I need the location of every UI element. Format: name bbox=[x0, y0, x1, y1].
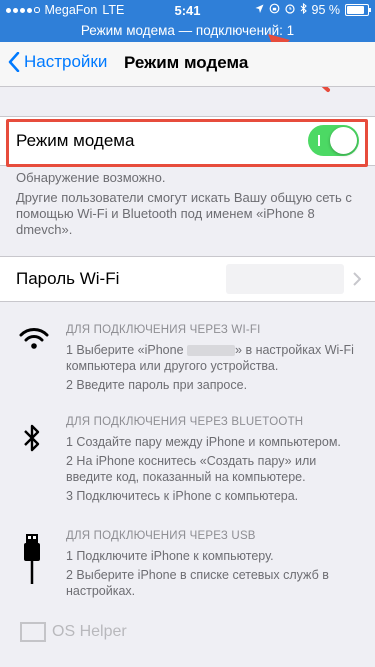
switch-knob bbox=[330, 127, 357, 154]
wifi-steps: 1 Выберите «iPhone » в настройках Wi-Fi … bbox=[66, 342, 366, 396]
discoverable-note: Обнаружение возможно. bbox=[16, 170, 166, 185]
location-icon bbox=[255, 3, 264, 17]
alarm-icon bbox=[284, 3, 295, 17]
wifi-password-value-redacted bbox=[226, 264, 344, 294]
chevron-right-icon bbox=[353, 272, 361, 286]
battery-fill bbox=[347, 6, 365, 14]
back-button[interactable]: Настройки bbox=[8, 52, 107, 72]
usb-section-heading: ДЛЯ ПОДКЛЮЧЕНИЯ ЧЕРЕЗ USB bbox=[66, 530, 256, 542]
wifi-icon bbox=[19, 328, 49, 349]
bluetooth-step-2: 2 На iPhone коснитесь «Создать пару» или… bbox=[66, 454, 317, 484]
bluetooth-step-3: 3 Подключитесь к iPhone с компьютера. bbox=[66, 489, 299, 503]
watermark-logo-icon bbox=[20, 622, 46, 642]
status-right: 95 % bbox=[255, 2, 371, 17]
usb-step-2: 2 Выберите iPhone в списке сетевых служб… bbox=[66, 568, 329, 598]
watermark: OS Helper bbox=[20, 622, 127, 642]
usb-step-1: 1 Подключите iPhone к компьютеру. bbox=[66, 549, 274, 563]
wifi-section-heading: ДЛЯ ПОДКЛЮЧЕНИЯ ЧЕРЕЗ WI-FI bbox=[66, 324, 261, 336]
status-bar: MegaFon LTE 5:41 95 % bbox=[0, 0, 375, 22]
usb-cable-icon bbox=[24, 534, 40, 584]
rotation-lock-icon bbox=[269, 3, 280, 17]
bluetooth-step-1: 1 Создайте пару между iPhone и компьютер… bbox=[66, 435, 341, 449]
visibility-description: Другие пользователи смогут искать Вашу о… bbox=[16, 190, 352, 237]
switch-on-indicator-icon bbox=[318, 135, 320, 146]
personal-hotspot-label: Режим модема bbox=[16, 131, 135, 150]
wifi-password-row[interactable]: Пароль Wi-Fi bbox=[0, 256, 375, 302]
navigation-bar: Настройки Режим модема bbox=[0, 42, 375, 87]
device-name-redacted bbox=[187, 345, 236, 357]
watermark-text: OS Helper bbox=[52, 623, 127, 640]
personal-hotspot-row: Режим модема bbox=[0, 116, 375, 166]
battery-percent: 95 % bbox=[311, 3, 341, 17]
wifi-step-1-start: 1 Выберите «iPhone bbox=[66, 343, 184, 357]
bluetooth-icon bbox=[24, 424, 40, 452]
bluetooth-steps: 1 Создайте пару между iPhone и компьютер… bbox=[66, 434, 366, 507]
back-button-label: Настройки bbox=[24, 52, 108, 71]
wifi-step-2: 2 Введите пароль при запросе. bbox=[66, 378, 248, 392]
wifi-step-1: 1 Выберите «iPhone » в настройках Wi-Fi … bbox=[66, 342, 366, 374]
page-title: Режим модема bbox=[124, 53, 249, 72]
bluetooth-section-heading: ДЛЯ ПОДКЛЮЧЕНИЯ ЧЕРЕЗ BLUETOOTH bbox=[66, 416, 304, 428]
bluetooth-status-icon bbox=[300, 2, 307, 17]
usb-steps: 1 Подключите iPhone к компьютеру. 2 Выбе… bbox=[66, 548, 366, 602]
personal-hotspot-switch[interactable] bbox=[308, 125, 359, 156]
wifi-password-label: Пароль Wi-Fi bbox=[16, 269, 120, 288]
battery-icon bbox=[345, 4, 371, 16]
chevron-left-icon bbox=[8, 52, 20, 72]
